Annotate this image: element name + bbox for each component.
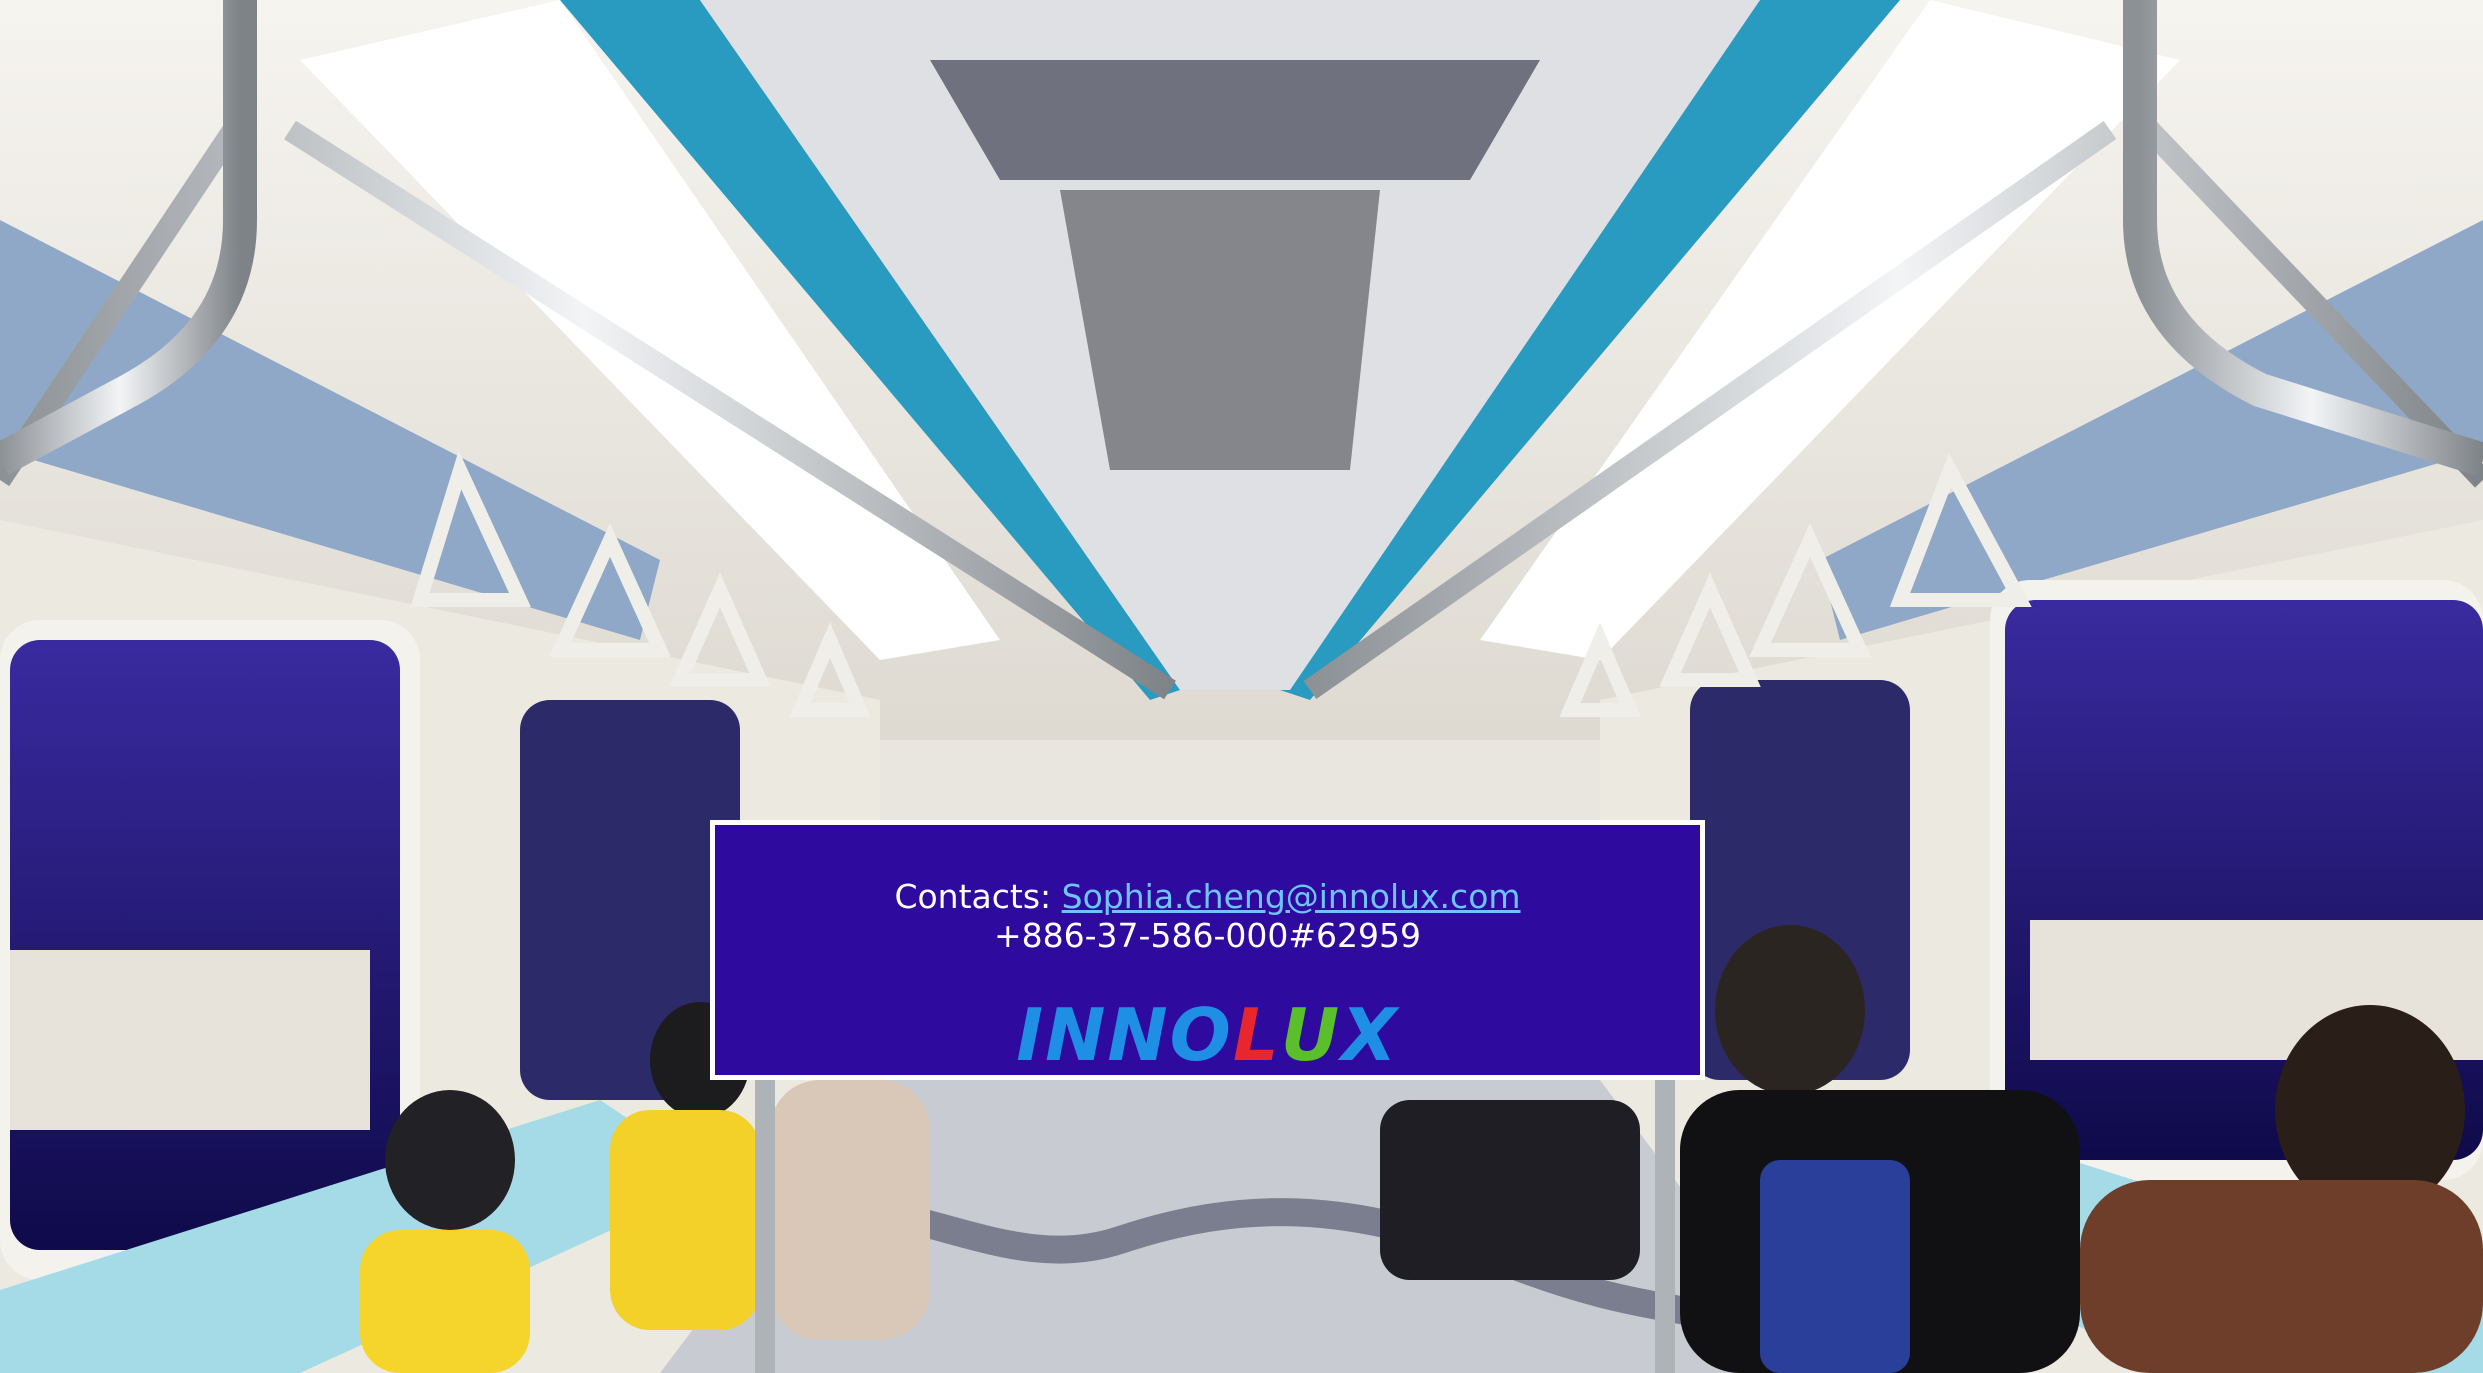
passenger-seated-legs [1380, 1100, 1640, 1280]
passenger-woman-body [770, 1080, 930, 1340]
email-link[interactable]: Sophia.cheng@innolux.com [1062, 877, 1521, 916]
window-left-glass [10, 640, 400, 1250]
passenger-child-head [385, 1090, 515, 1230]
logo-letter: O [1169, 993, 1233, 1077]
window-left-ad [10, 950, 370, 1130]
logo-letter: N [1107, 993, 1170, 1077]
passenger-child-body [360, 1230, 530, 1373]
logo-letter: X [1341, 993, 1399, 1077]
passenger-man-head [1715, 925, 1865, 1095]
logo-letter: U [1280, 993, 1342, 1077]
logo-letter: N [1045, 993, 1108, 1077]
passenger-man-bag [1760, 1160, 1910, 1373]
ceiling-ad-art [930, 60, 1540, 180]
passenger-boy-body [610, 1110, 760, 1330]
contact-info-box: Contacts: Sophia.cheng@innolux.com +886-… [710, 820, 1705, 1080]
phone-number: +886-37-586-000#62959 [994, 916, 1421, 955]
ceiling-ad-title [1060, 190, 1380, 470]
logo-letter: L [1232, 993, 1281, 1077]
contacts-label: Contacts: [894, 877, 1062, 916]
contact-line: Contacts: Sophia.cheng@innolux.com [715, 877, 1700, 917]
pole-vertical-right [1655, 1080, 1675, 1373]
logo-letter: I [1016, 993, 1046, 1077]
innolux-logo: INNOLUX [715, 995, 1700, 1075]
subway-car-photo [0, 0, 2483, 1373]
pole-vertical-left [755, 1080, 775, 1373]
passenger-woman-right-body [2080, 1180, 2483, 1373]
